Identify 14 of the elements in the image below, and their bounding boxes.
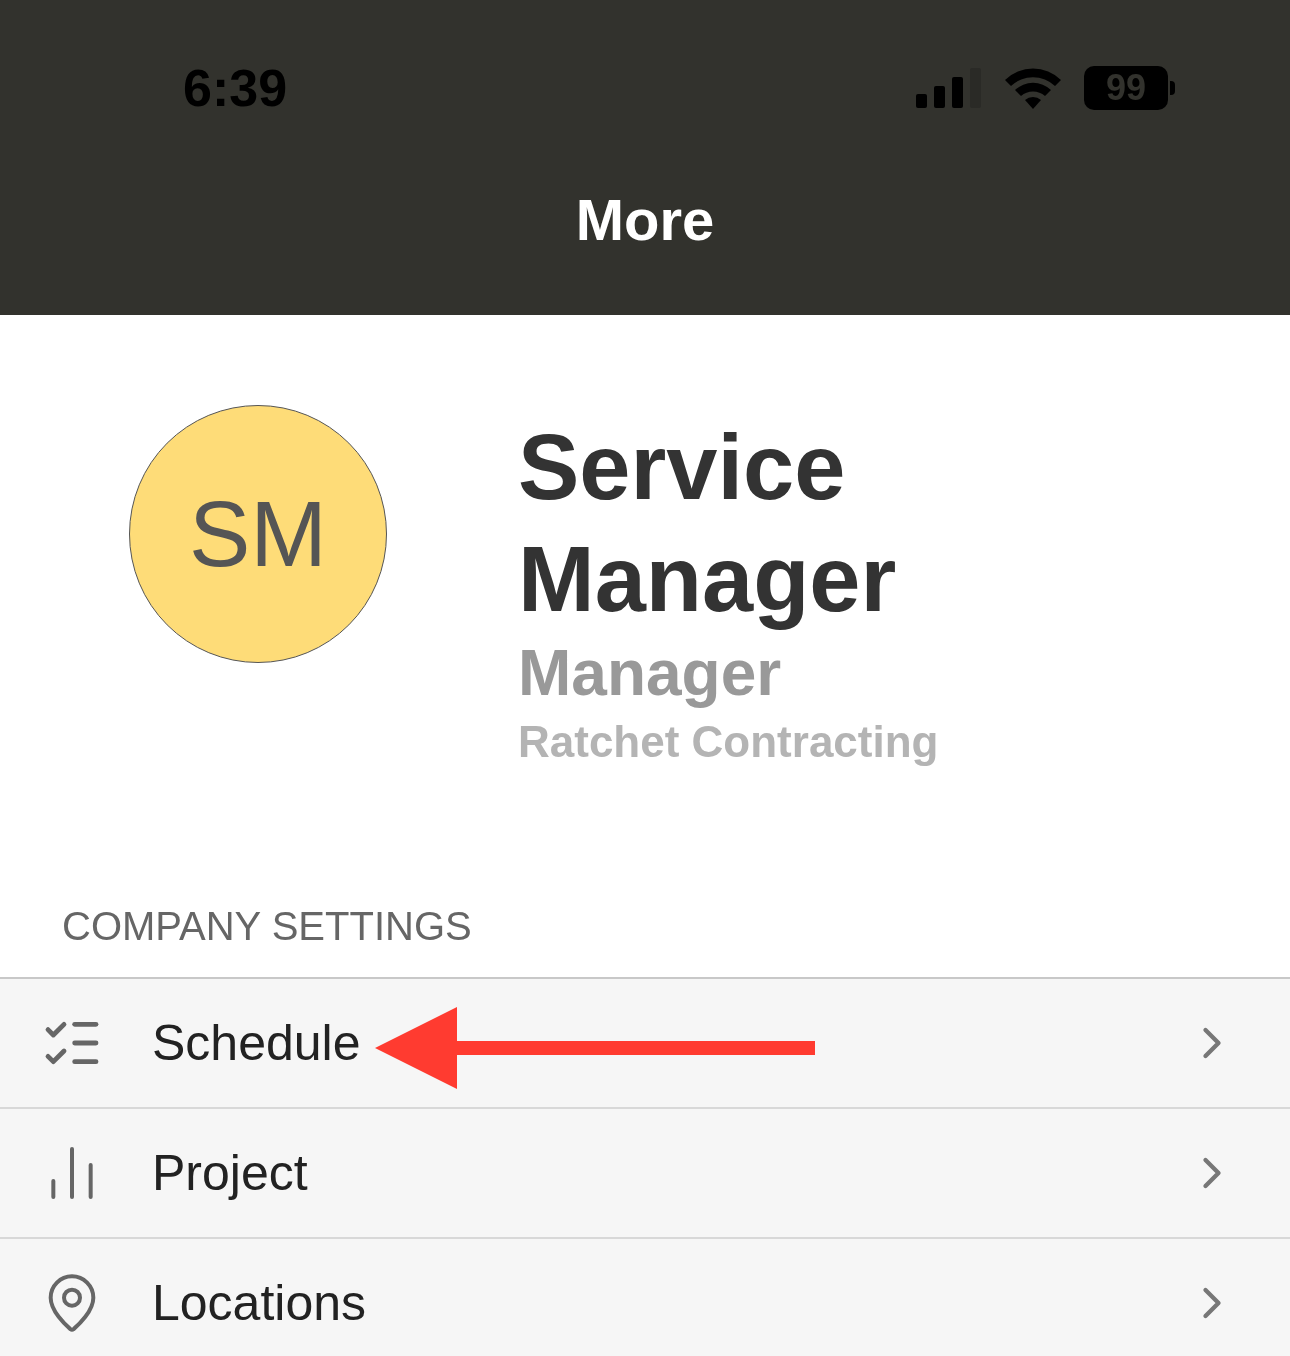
profile-name: Service Manager <box>518 415 898 632</box>
signal-icon <box>916 68 982 108</box>
wifi-icon <box>1004 67 1062 109</box>
row-label: Schedule <box>152 1013 361 1073</box>
row-label: Project <box>152 1143 308 1203</box>
settings-row[interactable]: Project <box>0 1109 1290 1239</box>
row-label: Locations <box>152 1273 367 1333</box>
settings-row[interactable]: Locations <box>0 1239 1290 1356</box>
profile-role: Manager <box>518 636 783 711</box>
company-name: Ratchet Contracting <box>518 716 940 768</box>
avatar: SM <box>129 405 387 663</box>
section-heading: COMPANY SETTINGS <box>62 904 472 948</box>
settings-row[interactable]: Schedule <box>0 979 1290 1109</box>
page-title: More <box>575 186 715 254</box>
